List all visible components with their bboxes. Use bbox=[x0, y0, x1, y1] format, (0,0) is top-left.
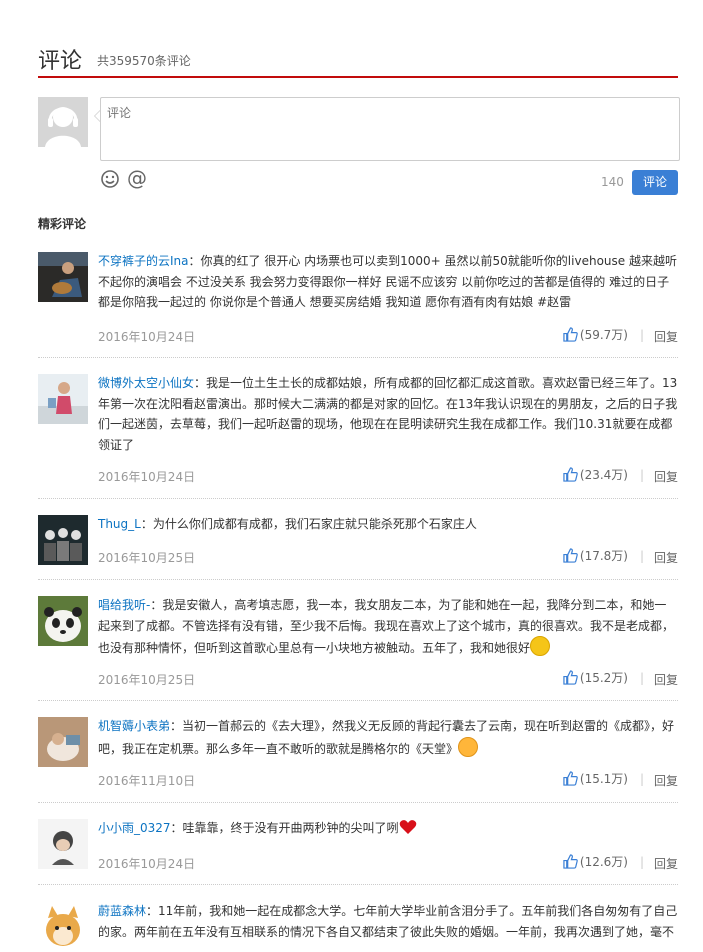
comment-date: 2016年11月10日 bbox=[98, 774, 196, 788]
divider bbox=[38, 357, 678, 358]
reply-button[interactable]: 回复 bbox=[654, 671, 678, 688]
comment-date: 2016年10月24日 bbox=[98, 330, 196, 344]
heart-emoji-icon bbox=[399, 820, 416, 834]
comment-username[interactable]: 机智薅小表弟 bbox=[98, 719, 170, 733]
separator: | bbox=[639, 855, 644, 869]
grin-emoji-icon bbox=[530, 636, 551, 656]
comment-text: 唱给我听-：我是安徽人，高考填志愿，我一本，我女朋友二本，为了能和她在一起，我降… bbox=[98, 595, 678, 659]
avatar[interactable] bbox=[38, 515, 88, 565]
smile-emoji-icon bbox=[458, 736, 479, 757]
at-icon[interactable]: @ bbox=[127, 166, 147, 190]
like-button[interactable]: (12.6万) bbox=[563, 853, 628, 870]
comment-input-box[interactable] bbox=[100, 97, 680, 161]
reply-button[interactable]: 回复 bbox=[654, 549, 678, 566]
separator: | bbox=[639, 468, 644, 482]
like-button[interactable]: (15.1万) bbox=[563, 770, 628, 787]
thumbs-up-icon bbox=[563, 467, 578, 482]
divider bbox=[38, 498, 678, 499]
separator: | bbox=[639, 328, 644, 342]
comment-text: 机智薅小表弟：当初一首郝云的《去大理》，然我义无反顾的背起行囊去了云南，现在听到… bbox=[98, 716, 678, 759]
divider bbox=[38, 579, 678, 580]
char-count: 140 bbox=[601, 175, 624, 189]
comment-content: ：11年前，我和她一起在成都念大学。七年前大学毕业前含泪分手了。五年前我们各自匆… bbox=[98, 904, 678, 939]
like-button[interactable]: (23.4万) bbox=[563, 466, 628, 483]
comments-header: 评论 共359570条评论 bbox=[38, 40, 678, 78]
comment-username[interactable]: 微博外太空小仙女 bbox=[98, 376, 194, 390]
comment-date: 2016年10月25日 bbox=[98, 551, 196, 565]
thumbs-up-icon bbox=[563, 548, 578, 563]
divider bbox=[38, 700, 678, 701]
comment-date: 2016年10月24日 bbox=[98, 857, 196, 871]
like-button[interactable]: (59.7万) bbox=[563, 326, 628, 343]
like-count: (15.1万) bbox=[579, 772, 628, 786]
like-count: (12.6万) bbox=[579, 855, 628, 869]
avatar[interactable] bbox=[38, 902, 88, 952]
comments-title: 评论 bbox=[38, 49, 83, 74]
section-title-hot-comments: 精彩评论 bbox=[38, 217, 87, 231]
reply-button[interactable]: 回复 bbox=[654, 328, 678, 345]
comment-text: 微博外太空小仙女：我是一位土生土长的成都姑娘，所有成都的回忆都汇成这首歌。喜欢赵… bbox=[98, 373, 678, 455]
like-count: (59.7万) bbox=[579, 328, 628, 342]
like-button[interactable]: (17.8万) bbox=[563, 547, 628, 564]
comment-text: Thug_L：为什么你们成都有成都，我们石家庄就只能杀死那个石家庄人 bbox=[98, 514, 678, 535]
separator: | bbox=[639, 549, 644, 563]
avatar[interactable] bbox=[38, 252, 88, 302]
avatar[interactable] bbox=[38, 374, 88, 424]
like-button[interactable]: (15.2万) bbox=[563, 669, 628, 686]
comment-text: 蔚蓝森林：11年前，我和她一起在成都念大学。七年前大学毕业前含泪分手了。五年前我… bbox=[98, 901, 678, 942]
comment-content: ：当初一首郝云的《去大理》，然我义无反顾的背起行囊去了云南，现在听到赵雷的《成都… bbox=[98, 719, 675, 756]
comment-input[interactable] bbox=[101, 98, 679, 160]
avatar[interactable] bbox=[38, 596, 88, 646]
comment-username[interactable]: 小小雨_0327 bbox=[98, 821, 171, 835]
reply-button[interactable]: 回复 bbox=[654, 855, 678, 872]
thumbs-up-icon bbox=[563, 327, 578, 342]
comments-count: 共359570条评论 bbox=[97, 54, 191, 68]
like-count: (15.2万) bbox=[579, 671, 628, 685]
comment-date: 2016年10月25日 bbox=[98, 673, 196, 687]
thumbs-up-icon bbox=[563, 670, 578, 685]
divider bbox=[38, 884, 678, 885]
comment-text: 小小雨_0327：哇靠靠，终于没有开曲两秒钟的尖叫了咧 bbox=[98, 818, 678, 839]
comment-username[interactable]: 唱给我听- bbox=[98, 598, 150, 612]
divider bbox=[38, 802, 678, 803]
submit-comment-button[interactable]: 评论 bbox=[632, 170, 678, 195]
like-count: (17.8万) bbox=[579, 549, 628, 563]
avatar[interactable] bbox=[38, 717, 88, 767]
comment-username[interactable]: 不穿裤子的云Ina bbox=[98, 254, 189, 268]
avatar[interactable] bbox=[38, 819, 88, 869]
like-count: (23.4万) bbox=[579, 468, 628, 482]
current-user-avatar bbox=[38, 97, 88, 147]
thumbs-up-icon bbox=[563, 854, 578, 869]
reply-button[interactable]: 回复 bbox=[654, 772, 678, 789]
comment-content: ：为什么你们成都有成都，我们石家庄就只能杀死那个石家庄人 bbox=[140, 517, 477, 531]
separator: | bbox=[639, 671, 644, 685]
comment-content: ：我是安徽人，高考填志愿，我一本，我女朋友二本，为了能和她在一起，我降分到二本，… bbox=[98, 598, 675, 655]
comment-text: 不穿裤子的云Ina：你真的红了 很开心 内场票也可以卖到1000+ 虽然以前50… bbox=[98, 251, 678, 313]
thumbs-up-icon bbox=[563, 771, 578, 786]
smiley-icon[interactable] bbox=[100, 169, 120, 189]
comment-username[interactable]: 蔚蓝森林 bbox=[98, 904, 146, 918]
reply-button[interactable]: 回复 bbox=[654, 468, 678, 485]
comment-date: 2016年10月24日 bbox=[98, 470, 196, 484]
comment-username[interactable]: Thug_L bbox=[98, 517, 141, 531]
separator: | bbox=[639, 772, 644, 786]
comment-content: ：哇靠靠，终于没有开曲两秒钟的尖叫了咧 bbox=[170, 821, 399, 835]
